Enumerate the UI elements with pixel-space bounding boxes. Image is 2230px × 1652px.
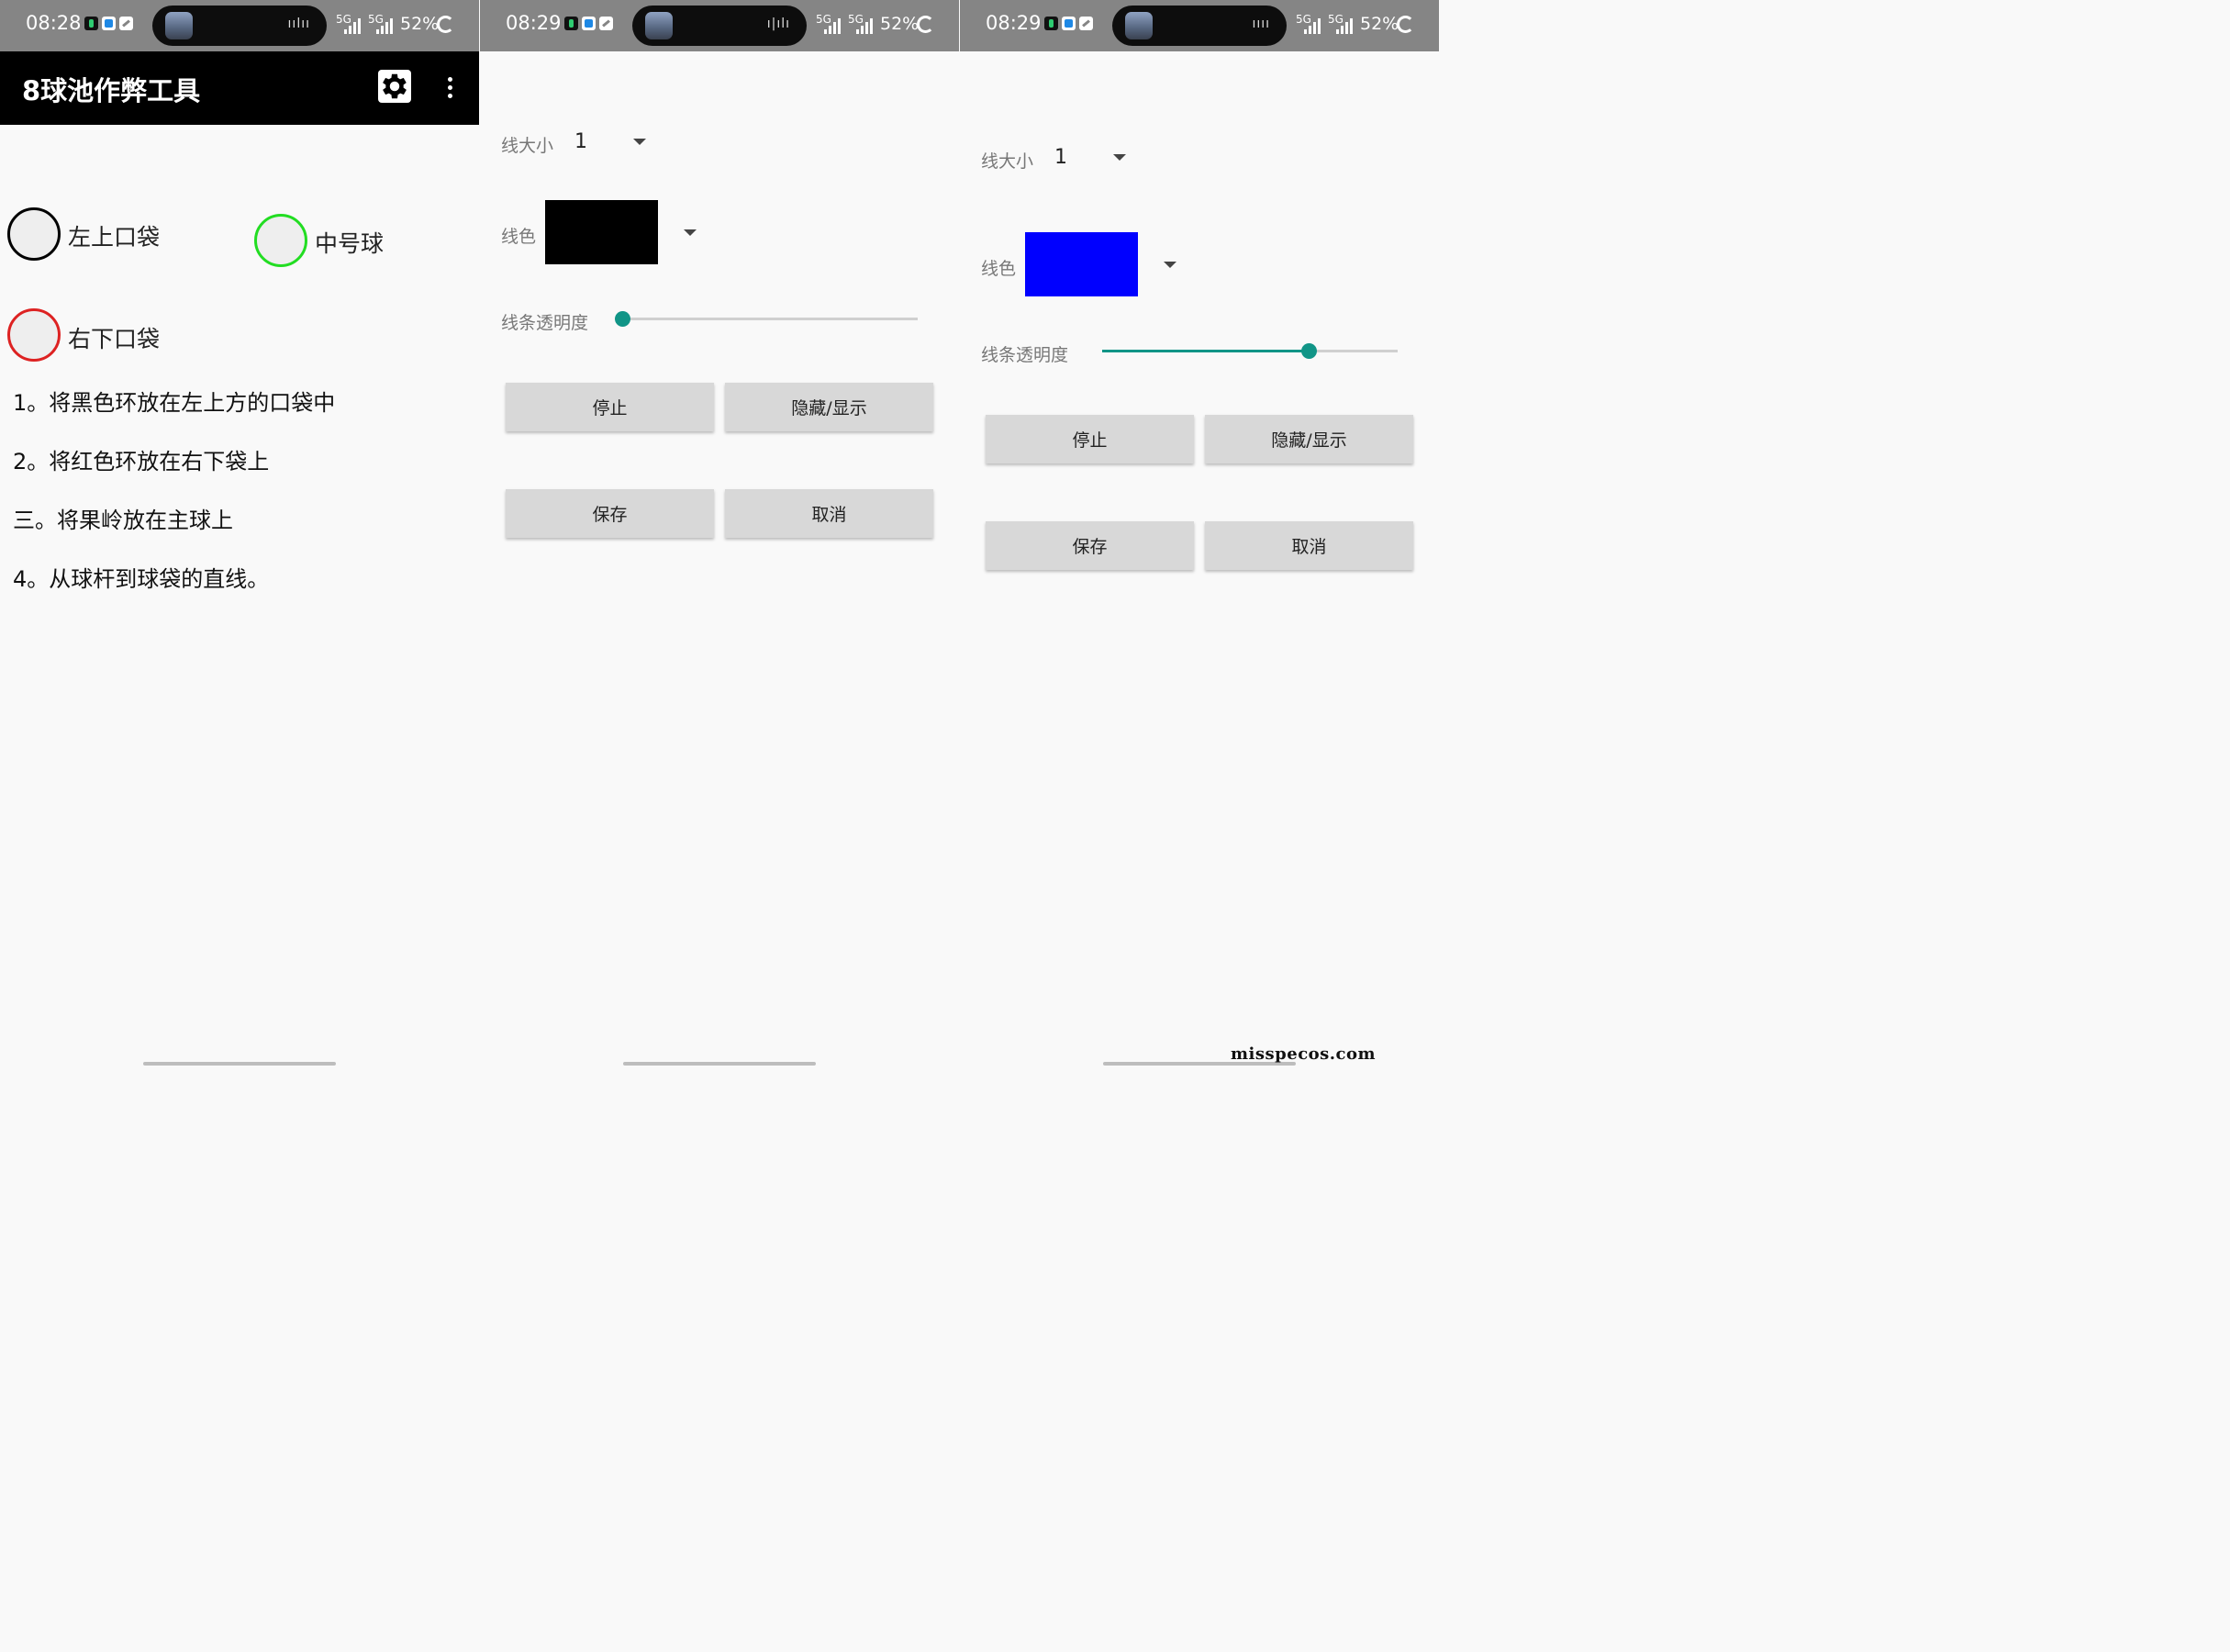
- home-indicator[interactable]: [623, 1062, 816, 1066]
- app-icon: [582, 17, 596, 30]
- line-size-value[interactable]: 1: [1054, 146, 1067, 169]
- line-color-swatch[interactable]: [545, 200, 658, 264]
- stop-button[interactable]: 停止: [506, 383, 714, 431]
- battery-percent: 52%: [880, 14, 920, 34]
- notification-icons: [1044, 17, 1093, 30]
- dynamic-island[interactable]: ıılıı: [152, 6, 327, 46]
- status-time: 08:29: [986, 12, 1042, 34]
- battery-icon: [437, 16, 454, 33]
- opacity-label: 线条透明度: [501, 313, 589, 333]
- music-app-icon: [1044, 17, 1058, 30]
- instruction-1: 1。将黑色环放在左上方的口袋中: [13, 390, 336, 416]
- media-thumbnail: [645, 12, 673, 39]
- opacity-label: 线条透明度: [981, 345, 1069, 365]
- status-bar: 08:28 ıılıı 5G 5G 52%: [0, 0, 479, 51]
- signal-icon: [344, 17, 362, 34]
- watermark: misspecos.com: [1231, 1044, 1377, 1064]
- cancel-button[interactable]: 取消: [1205, 521, 1413, 570]
- signal-icon: [824, 17, 842, 34]
- signal-icon: [376, 17, 395, 34]
- opacity-slider-thumb[interactable]: [615, 311, 630, 327]
- home-indicator[interactable]: [143, 1062, 336, 1066]
- audio-wave-icon: ıııı: [1252, 17, 1270, 31]
- line-size-value[interactable]: 1: [574, 130, 587, 153]
- dynamic-island[interactable]: ıııı: [1112, 6, 1287, 46]
- main-screen: 08:28 ıılıı 5G 5G 52% 8球池作弊工具 左上口袋 中号球 右…: [0, 0, 479, 1066]
- battery-icon: [917, 16, 934, 33]
- battery-percent: 52%: [1360, 14, 1399, 34]
- send-icon: [599, 17, 613, 30]
- media-thumbnail: [1125, 12, 1153, 39]
- top-left-pocket-label: 左上口袋: [68, 224, 161, 251]
- bottom-right-pocket-ring[interactable]: [7, 308, 61, 362]
- bottom-right-pocket-label: 右下口袋: [68, 326, 161, 352]
- settings-screen-black: 08:29 ı|ılı 5G 5G 52% 线大小 1 线色 线条透明度 停止 …: [480, 0, 959, 1066]
- line-color-swatch[interactable]: [1025, 232, 1138, 296]
- line-color-label: 线色: [501, 227, 537, 247]
- status-bar: 08:29 ıııı 5G 5G 52%: [960, 0, 1439, 51]
- media-thumbnail: [165, 12, 193, 39]
- audio-wave-icon: ıılıı: [287, 17, 310, 31]
- opacity-slider-track: [622, 318, 918, 320]
- send-icon: [119, 17, 133, 30]
- battery-percent: 52%: [400, 14, 440, 34]
- settings-screen-blue: 08:29 ıııı 5G 5G 52% 线大小 1 线色 线条透明度 停止 隐…: [960, 0, 1439, 1066]
- stop-button[interactable]: 停止: [986, 415, 1194, 463]
- music-app-icon: [564, 17, 578, 30]
- save-button[interactable]: 保存: [506, 489, 714, 538]
- instruction-2: 2。将红色环放在右下袋上: [13, 449, 270, 474]
- hide-show-button[interactable]: 隐藏/显示: [725, 383, 933, 431]
- line-color-dropdown-icon[interactable]: [684, 229, 697, 236]
- notification-icons: [564, 17, 613, 30]
- hide-show-button[interactable]: 隐藏/显示: [1205, 415, 1413, 463]
- line-size-dropdown-icon[interactable]: [633, 139, 646, 145]
- battery-icon: [1397, 16, 1414, 33]
- send-icon: [1079, 17, 1093, 30]
- overflow-menu-icon[interactable]: [448, 77, 453, 102]
- cue-ball-label: 中号球: [315, 230, 385, 257]
- line-size-label: 线大小: [501, 136, 554, 156]
- audio-wave-icon: ı|ılı: [766, 17, 790, 31]
- signal-icon: [856, 17, 875, 34]
- opacity-slider-fill: [1102, 350, 1310, 352]
- app-icon: [102, 17, 116, 30]
- music-app-icon: [84, 17, 98, 30]
- instruction-4: 4。从球杆到球袋的直线。: [13, 566, 270, 592]
- settings-gear-icon[interactable]: [378, 70, 411, 103]
- signal-icon: [1336, 17, 1355, 34]
- app-icon: [1062, 17, 1076, 30]
- status-bar: 08:29 ı|ılı 5G 5G 52%: [480, 0, 959, 51]
- dynamic-island[interactable]: ı|ılı: [632, 6, 807, 46]
- app-title: 8球池作弊工具: [22, 75, 201, 106]
- opacity-slider-thumb[interactable]: [1301, 343, 1318, 359]
- instruction-3: 三。将果岭放在主球上: [13, 508, 233, 533]
- signal-icon: [1304, 17, 1322, 34]
- top-left-pocket-ring[interactable]: [7, 207, 61, 261]
- line-color-dropdown-icon[interactable]: [1164, 262, 1176, 268]
- line-size-dropdown-icon[interactable]: [1113, 154, 1126, 161]
- save-button[interactable]: 保存: [986, 521, 1194, 570]
- line-color-label: 线色: [981, 259, 1017, 279]
- notification-icons: [84, 17, 133, 30]
- status-time: 08:28: [26, 12, 82, 34]
- status-time: 08:29: [506, 12, 562, 34]
- cue-ball-ring[interactable]: [254, 214, 307, 267]
- cancel-button[interactable]: 取消: [725, 489, 933, 538]
- line-size-label: 线大小: [981, 151, 1034, 172]
